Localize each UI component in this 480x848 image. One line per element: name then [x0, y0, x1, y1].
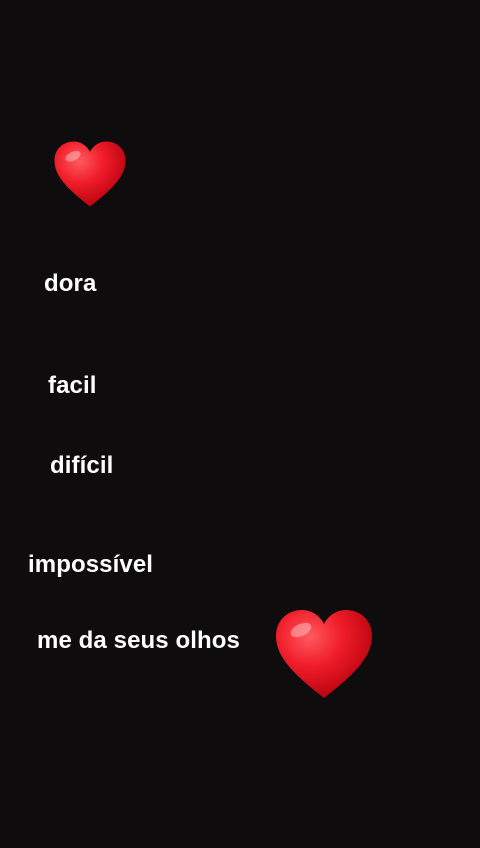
caption-me-da-seus-olhos: me da seus olhos — [37, 627, 240, 654]
caption-dora: dora — [44, 270, 97, 297]
caption-impossivel: impossível — [28, 551, 154, 578]
red-heart-icon — [274, 608, 374, 700]
red-heart-icon — [53, 139, 127, 209]
caption-facil: facil — [48, 372, 97, 399]
caption-dificil: difícil — [50, 452, 114, 479]
story-canvas: dora facil difícil impossível me da seus… — [0, 0, 480, 848]
